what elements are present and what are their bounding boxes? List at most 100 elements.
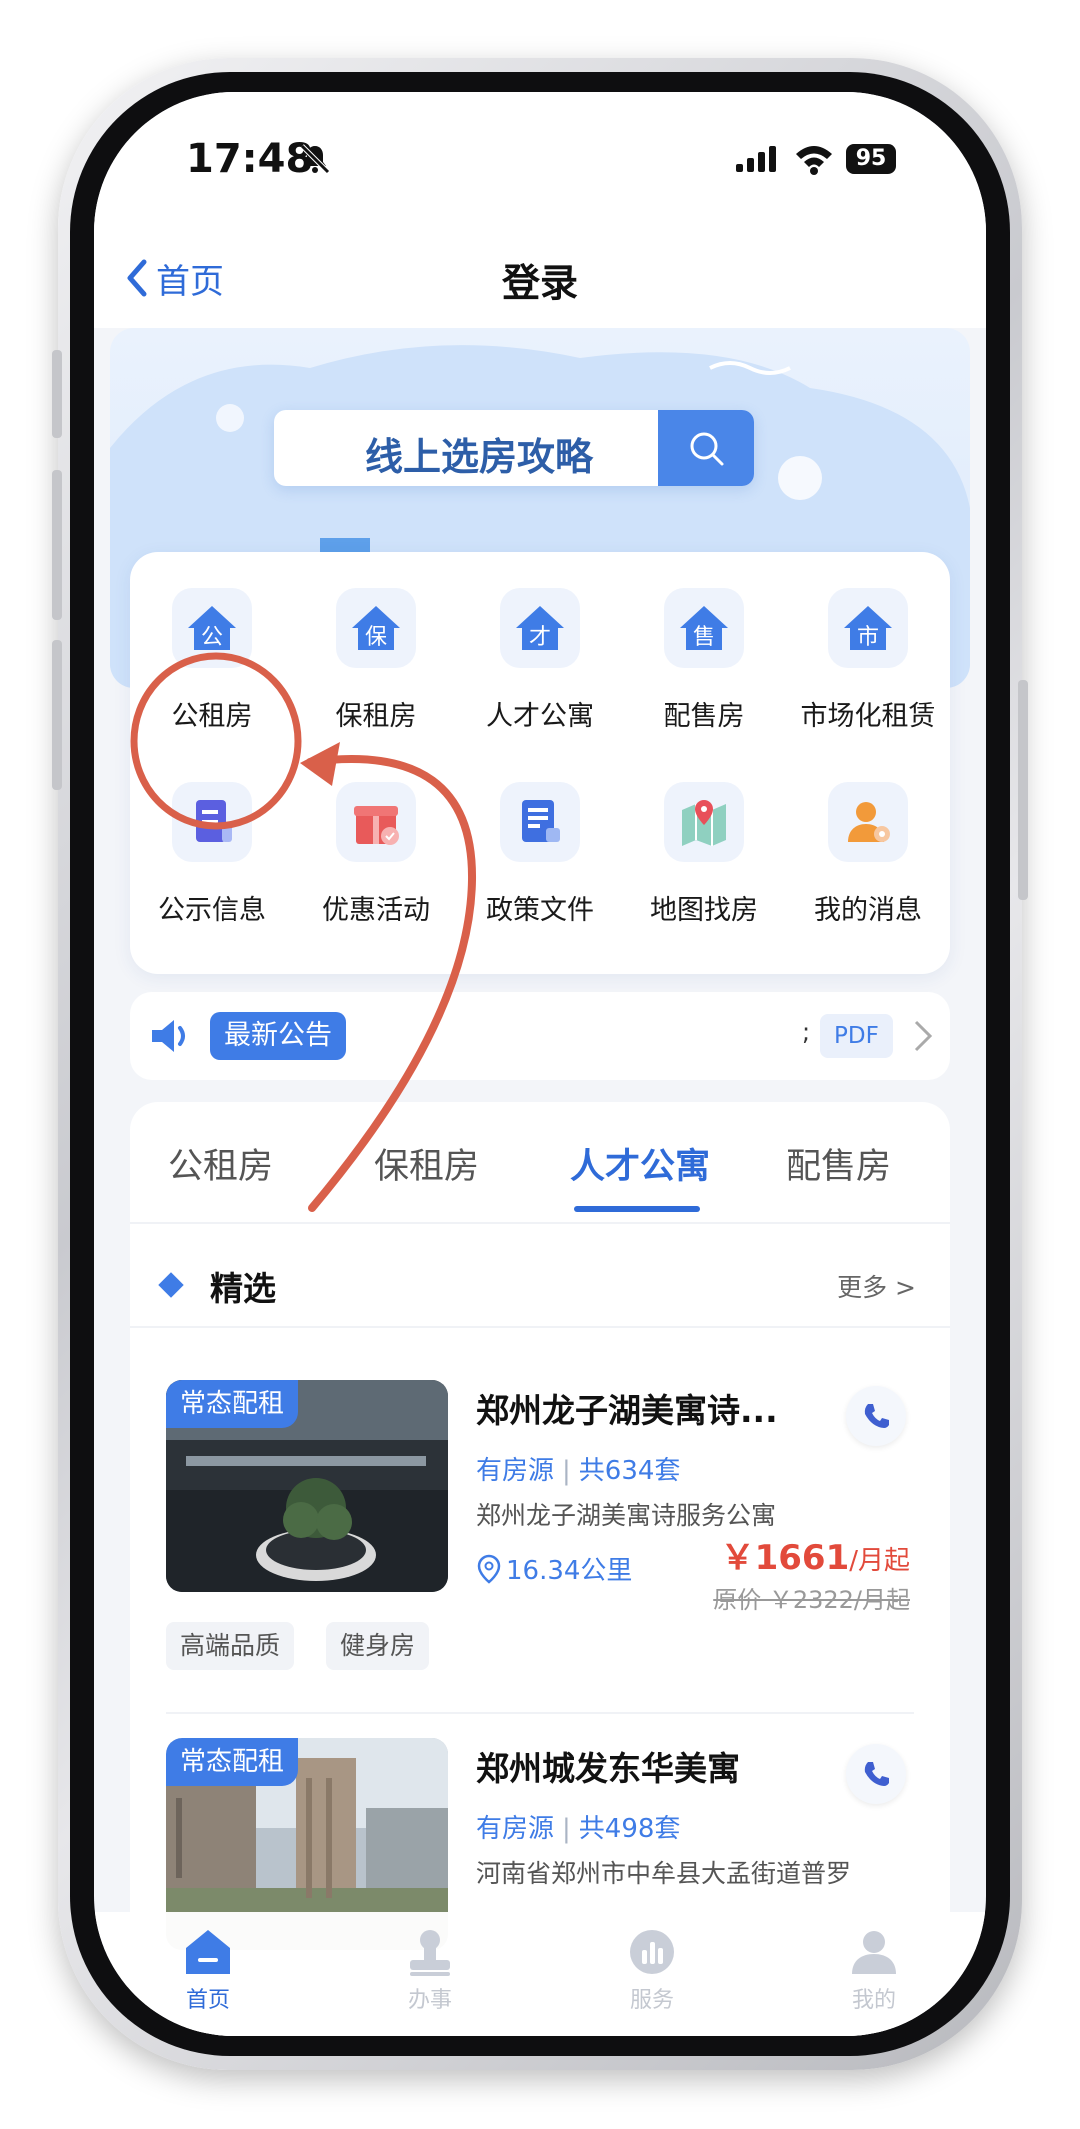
nav-bar: 首页 登录 [94, 232, 986, 328]
map-icon [682, 800, 726, 846]
listing-name: 郑州城发东华美寓 [476, 1749, 740, 1788]
call-button[interactable] [846, 1386, 906, 1446]
volume-up-button [52, 470, 62, 620]
pdf-badge: PDF [820, 1014, 893, 1058]
policy-file-icon [522, 800, 560, 842]
call-button[interactable] [846, 1744, 906, 1804]
listing-photo: 常态配租 [166, 1380, 448, 1592]
tabbar-home[interactable]: 首页 [148, 1926, 268, 2014]
tabbar-services[interactable]: 服务 [592, 1926, 712, 2014]
guide-search-box[interactable]: 线上选房攻略 [274, 410, 754, 486]
tabbar-label: 办事 [407, 1988, 452, 2013]
menu-label: 我的消息 [814, 895, 922, 926]
power-button [1018, 680, 1028, 900]
cellular-signal-icon [736, 146, 776, 172]
app-screen: 17:48 95 首页 登录 线上选房攻略 公 公租房 保 保租房 才 人才公寓… [94, 92, 986, 2036]
house-shi-icon: 市 [844, 606, 892, 650]
original-price: 原价 ￥2322/月起 [713, 1586, 910, 1614]
status-time: 17:48 [186, 136, 314, 182]
speaker-icon [152, 1020, 185, 1052]
more-link[interactable]: 更多 > [837, 1268, 916, 1304]
wifi-icon [796, 146, 832, 175]
tab-public-rental[interactable]: 公租房 [168, 1138, 273, 1189]
menu-label: 配售房 [663, 701, 745, 732]
tabbar-label: 我的 [851, 1988, 896, 2013]
menu-item-affordable-rental[interactable]: 保 保租房 [294, 588, 458, 768]
distance-info: 16.34公里 [476, 1550, 632, 1587]
phone-icon [864, 1762, 889, 1786]
listing-address: 河南省郑州市中牟县大孟街道普罗 [476, 1859, 852, 1888]
divider [130, 1326, 950, 1328]
page-title: 登录 [501, 261, 578, 305]
menu-label: 公示信息 [158, 895, 266, 926]
svg-text:才: 才 [529, 625, 551, 650]
feature-tag: 健身房 [326, 1622, 430, 1670]
listing-tag: 常态配租 [166, 1380, 299, 1428]
mute-switch [52, 350, 62, 438]
stamp-icon [410, 1930, 450, 1976]
menu-item-my-messages[interactable]: 我的消息 [786, 782, 950, 962]
bell-muted-icon [300, 144, 330, 174]
listing-tag: 常态配租 [166, 1738, 299, 1786]
listing-name: 郑州龙子湖美寓诗... [476, 1391, 778, 1430]
bottom-tab-bar: 首页 办事 服务 我的 [94, 1912, 986, 2036]
gift-icon [354, 806, 399, 845]
tab-affordable-rental[interactable]: 保租房 [374, 1138, 479, 1189]
phone-icon [864, 1404, 889, 1428]
volume-down-button [52, 640, 62, 790]
menu-label: 人才公寓 [486, 701, 594, 732]
house-shou-icon: 售 [680, 606, 728, 650]
tabbar-mine[interactable]: 我的 [814, 1926, 934, 2014]
search-button[interactable] [658, 410, 754, 486]
availability-info: 有房源 | 共634套 [476, 1456, 681, 1486]
menu-label: 公租房 [171, 701, 253, 732]
search-box-text: 线上选房攻略 [364, 435, 593, 479]
divider [130, 1222, 950, 1224]
home-icon [186, 1930, 230, 1974]
house-cai-icon: 才 [516, 606, 564, 650]
chevron-right-icon [914, 1020, 933, 1052]
profile-icon [852, 1931, 896, 1974]
document-icon [196, 800, 232, 842]
menu-label: 地图找房 [650, 895, 758, 926]
tab-talent-apartment[interactable]: 人才公寓 [570, 1138, 710, 1189]
house-gong-icon: 公 [188, 606, 236, 650]
menu-label: 优惠活动 [322, 895, 430, 926]
divider [166, 1712, 914, 1714]
listing-item[interactable]: 常态配租 郑州龙子湖美寓诗... 有房源 | 共634套 郑州龙子湖美寓诗服务公寓 … [130, 1380, 950, 1720]
menu-item-public-rental[interactable]: 公 公租房 [130, 588, 294, 768]
tabbar-label: 服务 [629, 1988, 674, 2013]
service-menu: 公 公租房 保 保租房 才 人才公寓 售 配售房 市 市场化租赁 公示信息 优惠… [130, 552, 950, 974]
listing-address: 郑州龙子湖美寓诗服务公寓 [476, 1501, 777, 1530]
listing-price: ￥1661/月起 [720, 1538, 910, 1578]
availability-info: 有房源 | 共498套 [476, 1814, 681, 1844]
svg-text:公: 公 [201, 625, 223, 650]
search-icon [690, 432, 724, 466]
location-pin-icon [477, 1554, 501, 1584]
menu-label: 市场化租赁 [800, 701, 936, 732]
menu-item-public-notice[interactable]: 公示信息 [130, 782, 294, 962]
battery-indicator: 95 [846, 144, 896, 174]
menu-item-talent-apartment[interactable]: 才 人才公寓 [458, 588, 622, 768]
house-bao-icon: 保 [352, 606, 400, 650]
user-message-icon [848, 802, 890, 842]
tabbar-label: 首页 [185, 1988, 230, 2013]
menu-item-promotions[interactable]: 优惠活动 [294, 782, 458, 962]
latest-notice-badge: 最新公告 [210, 1012, 346, 1060]
svg-text:保: 保 [365, 625, 387, 650]
feature-tag: 高端品质 [166, 1622, 295, 1670]
svg-text:市: 市 [857, 625, 879, 650]
menu-label: 政策文件 [486, 895, 594, 926]
listing-card: 公租房 保租房 人才公寓 配售房 精选 更多 > 常态配租 郑州龙子湖美寓诗..… [130, 1102, 950, 2036]
menu-item-policy-docs[interactable]: 政策文件 [458, 782, 622, 962]
status-bar: 17:48 95 [94, 92, 986, 232]
tabbar-affairs[interactable]: 办事 [370, 1926, 490, 2014]
menu-item-market-rental[interactable]: 市 市场化租赁 [786, 588, 950, 768]
notice-scroll-text: ; [802, 1018, 811, 1046]
chart-icon [630, 1930, 674, 1974]
menu-item-map-search[interactable]: 地图找房 [622, 782, 786, 962]
tab-sale-housing[interactable]: 配售房 [786, 1138, 891, 1189]
announcement-bar[interactable]: 最新公告 ; PDF [130, 992, 950, 1080]
section-title: 精选 [210, 1269, 276, 1308]
menu-item-sale-housing[interactable]: 售 配售房 [622, 588, 786, 768]
